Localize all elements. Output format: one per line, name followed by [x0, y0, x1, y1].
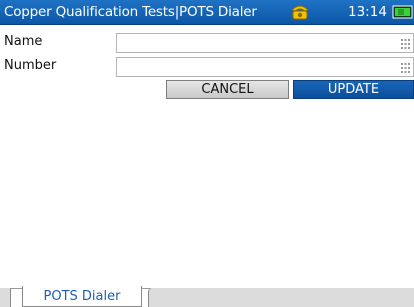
keypad-icon[interactable] — [401, 38, 410, 49]
window-title: Copper Qualification Tests|POTS Dialer — [4, 4, 257, 20]
title-bar: Copper Qualification Tests|POTS Dialer 1… — [0, 0, 414, 25]
number-field[interactable] — [116, 57, 414, 77]
tab-scroll-left[interactable] — [0, 288, 11, 307]
number-label: Number — [4, 58, 57, 73]
battery-icon — [392, 4, 414, 20]
clock: 13:14 — [348, 4, 387, 20]
name-label: Name — [4, 34, 43, 49]
update-button[interactable]: UPDATE — [293, 80, 414, 99]
keypad-icon[interactable] — [401, 62, 410, 73]
name-field[interactable] — [116, 33, 414, 53]
tab-empty — [148, 288, 414, 307]
tab-pots-dialer[interactable]: POTS Dialer — [22, 286, 142, 307]
cancel-button[interactable]: CANCEL — [166, 80, 289, 99]
phone-icon — [291, 3, 309, 20]
